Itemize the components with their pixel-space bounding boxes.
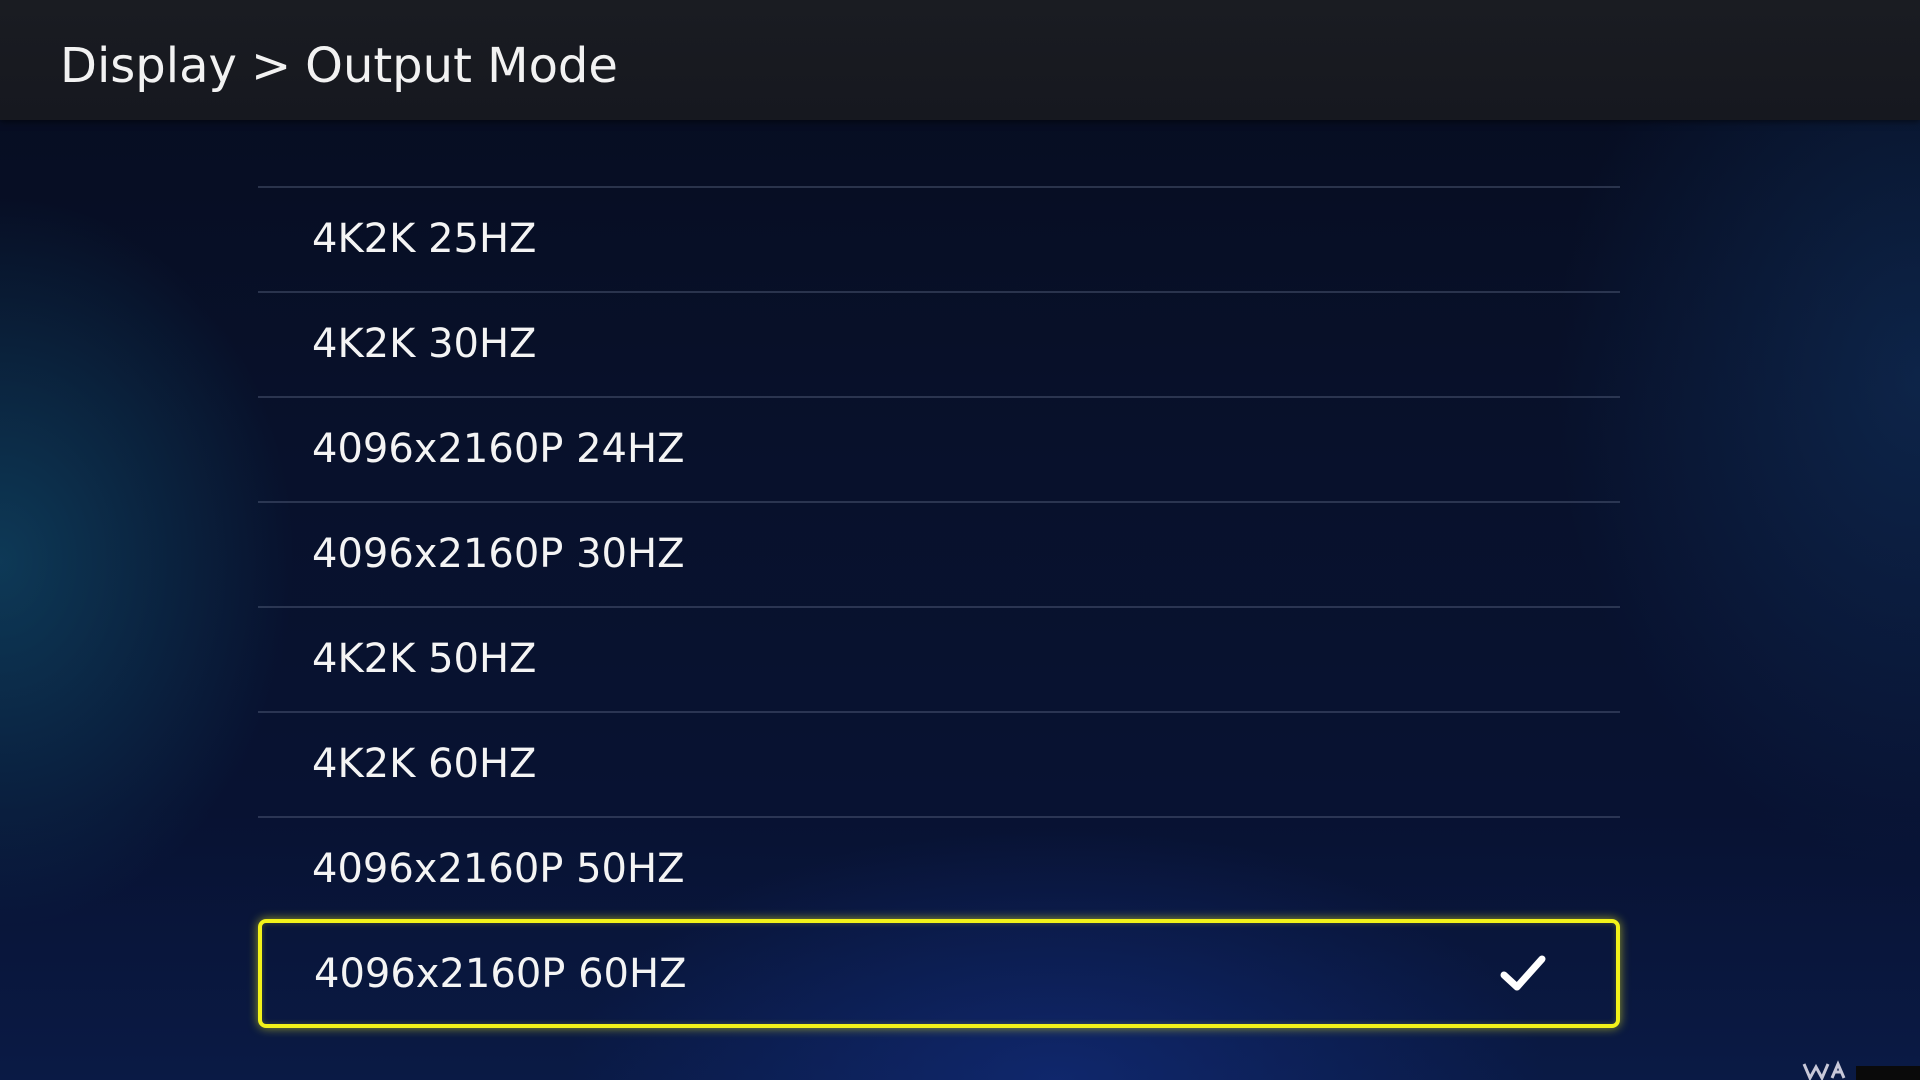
breadcrumb-current: Output Mode	[305, 38, 618, 94]
output-mode-option[interactable]: 4K2K 30HZ	[258, 291, 1620, 396]
output-mode-option[interactable]: 4K2K 25HZ	[258, 186, 1620, 291]
option-label: 4096x2160P 60HZ	[314, 951, 687, 997]
output-mode-option[interactable]: 4096x2160P 30HZ	[258, 501, 1620, 606]
option-label: 4096x2160P 50HZ	[312, 846, 685, 892]
output-mode-option-selected[interactable]: 4096x2160P 60HZ	[258, 919, 1620, 1028]
breadcrumb-parent[interactable]: Display	[60, 38, 237, 94]
checkmark-icon	[1500, 955, 1546, 991]
output-mode-list: 4K2K 25HZ 4K2K 30HZ 4096x2160P 24HZ 4096…	[258, 186, 1620, 1028]
output-mode-option[interactable]: 4096x2160P 50HZ	[258, 816, 1620, 921]
output-mode-option[interactable]: 4K2K 50HZ	[258, 606, 1620, 711]
option-label: 4K2K 30HZ	[312, 321, 537, 367]
option-label: 4096x2160P 30HZ	[312, 531, 685, 577]
output-mode-option[interactable]: 4K2K 60HZ	[258, 711, 1620, 816]
output-mode-option[interactable]: 4096x2160P 24HZ	[258, 396, 1620, 501]
settings-screen: Display > Output Mode 4K2K 25HZ 4K2K 30HZ …	[0, 0, 1920, 1080]
breadcrumb-separator: >	[250, 38, 292, 94]
option-label: 4K2K 50HZ	[312, 636, 537, 682]
option-label: 4K2K 25HZ	[312, 216, 537, 262]
watermark-logo	[1802, 1060, 1920, 1080]
header-bar: Display > Output Mode	[0, 0, 1920, 120]
option-label: 4K2K 60HZ	[312, 741, 537, 787]
breadcrumb: Display > Output Mode	[60, 36, 618, 96]
option-label: 4096x2160P 24HZ	[312, 426, 685, 472]
